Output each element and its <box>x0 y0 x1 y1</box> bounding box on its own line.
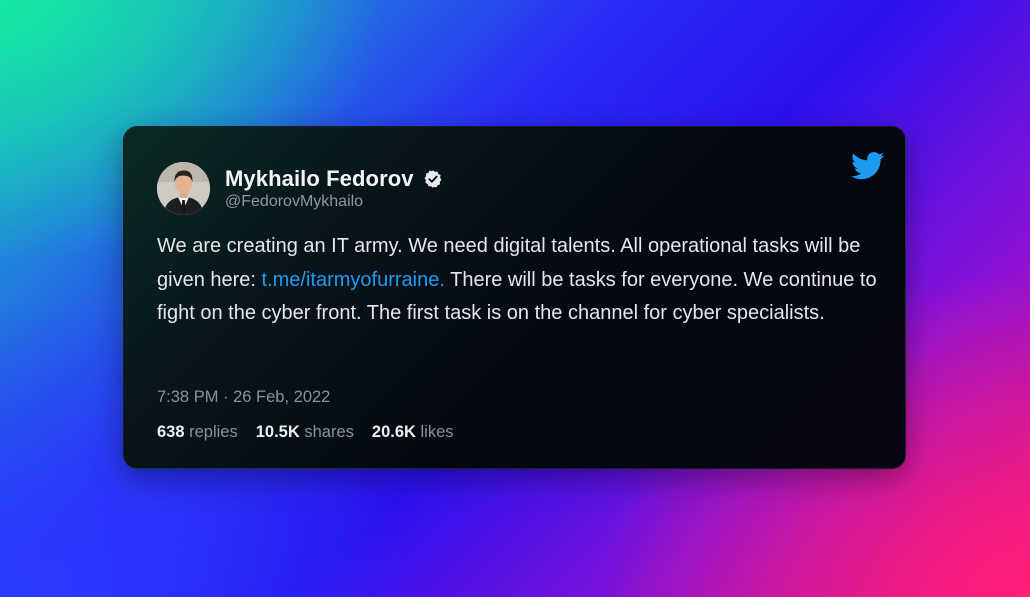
tweet-stats: 638 replies 10.5K shares 20.6K likes <box>157 423 454 442</box>
replies-stat[interactable]: 638 replies <box>157 423 238 442</box>
tweet-card: Mykhailo Fedorov @FedorovMykhailo We are… <box>123 126 906 469</box>
replies-label: replies <box>189 423 238 441</box>
verified-badge-icon <box>424 170 442 188</box>
tweet-timestamp[interactable]: 7:38 PM · 26 Feb, 2022 <box>157 388 330 407</box>
author-name[interactable]: Mykhailo Fedorov <box>225 166 414 192</box>
shares-label: shares <box>304 423 354 441</box>
shares-count: 10.5K <box>255 423 300 441</box>
author-row: Mykhailo Fedorov <box>225 166 443 192</box>
tweet-text: We are creating an IT army. We need digi… <box>157 230 882 331</box>
avatar[interactable] <box>157 162 210 215</box>
likes-count: 20.6K <box>371 423 416 441</box>
avatar-photo <box>157 162 210 215</box>
author-handle[interactable]: @FedorovMykhailo <box>225 193 363 211</box>
likes-label: likes <box>420 423 454 441</box>
tweet-link[interactable]: t.me/itarmyofurraine. <box>262 269 445 291</box>
likes-stat[interactable]: 20.6K likes <box>372 423 454 442</box>
shares-stat[interactable]: 10.5K shares <box>256 423 354 442</box>
twitter-bird-icon[interactable] <box>851 152 885 180</box>
replies-count: 638 <box>157 423 185 441</box>
